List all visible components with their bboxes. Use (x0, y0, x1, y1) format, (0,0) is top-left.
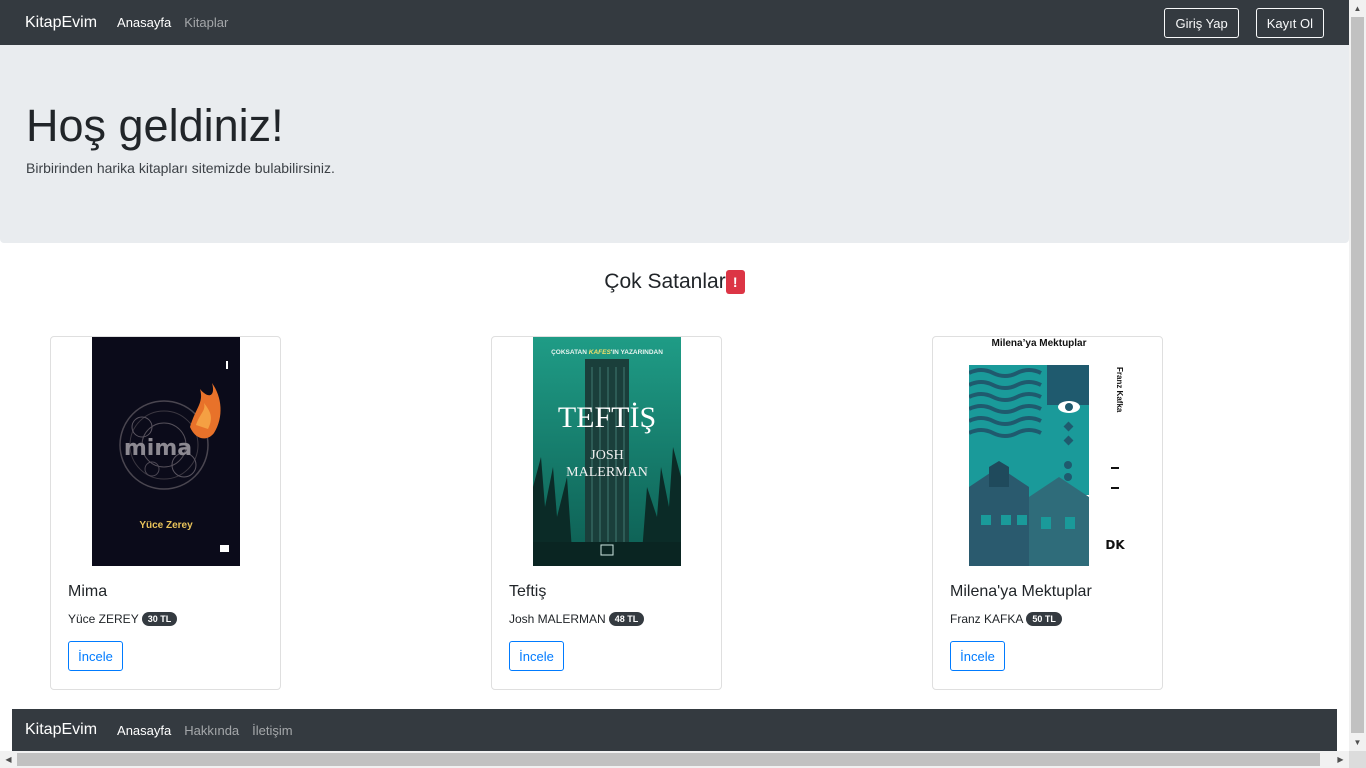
exclamation-badge: ! (725, 270, 745, 294)
bestsellers-title-text: Çok Satanlar (604, 270, 726, 293)
scroll-down-arrow-icon[interactable]: ▼ (1349, 734, 1366, 751)
book-cover-mima[interactable]: mima Yüce Zerey (92, 337, 240, 566)
price-badge: 48 TL (608, 612, 645, 626)
welcome-subtitle: Birbirinden harika kitapları sitemizde b… (26, 159, 335, 176)
svg-text:ÇOKSATAN KAFES'IN YAZARINDAN: ÇOKSATAN KAFES'IN YAZARINDAN (551, 349, 663, 356)
nav-link-home[interactable]: Anasayfa (117, 15, 171, 30)
vertical-scroll-thumb[interactable] (1351, 17, 1364, 733)
book-title: Mima (68, 583, 108, 600)
card-body: Mima Yüce ZEREY 30 TL İncele (68, 583, 268, 671)
browser-viewport: KitapEvim Anasayfa Kitaplar Giriş Yap Ka… (0, 0, 1349, 751)
book-author: Yüce ZEREY (68, 612, 139, 626)
teftis-cover-author-1: JOSH (590, 448, 623, 463)
milena-cover-title: Milena’ya Mektuplar (991, 338, 1086, 349)
login-button[interactable]: Giriş Yap (1164, 8, 1239, 38)
card-body: Teftiş Josh MALERMAN 48 TL İncele (509, 583, 709, 671)
mima-cover-art: mima Yüce Zerey (92, 337, 240, 566)
book-title: Milena'ya Mektuplar (950, 583, 1092, 600)
book-title: Teftiş (509, 583, 547, 600)
inspect-button[interactable]: İncele (950, 641, 1005, 671)
book-author-price: Josh MALERMAN 48 TL (509, 612, 709, 626)
scroll-up-arrow-icon[interactable]: ▲ (1349, 0, 1366, 17)
book-author: Josh MALERMAN (509, 612, 606, 626)
book-author: Franz KAFKA (950, 612, 1024, 626)
footer-brand[interactable]: KitapEvim (25, 721, 97, 739)
horizontal-scroll-thumb[interactable] (17, 753, 1320, 766)
inspect-button[interactable]: İncele (509, 641, 564, 671)
nav-link-books[interactable]: Kitaplar (184, 15, 228, 30)
book-author-price: Yüce ZEREY 30 TL (68, 612, 268, 626)
book-card-mima: mima Yüce Zerey Mima Yüce ZEREY 30 TL İn… (50, 336, 281, 690)
navbar-auth-buttons: Giriş Yap Kayıt Ol (1164, 8, 1324, 38)
horizontal-scrollbar[interactable]: ◀ ▶ (0, 751, 1349, 768)
welcome-jumbotron: Hoş geldiniz! Birbirinden harika kitapla… (0, 45, 1349, 243)
welcome-title: Hoş geldiniz! (26, 100, 284, 151)
vertical-scrollbar[interactable]: ▲ ▼ (1349, 0, 1366, 751)
register-button[interactable]: Kayıt Ol (1255, 8, 1324, 38)
footer-link-home[interactable]: Anasayfa (117, 723, 171, 738)
price-badge: 30 TL (141, 612, 178, 626)
top-navbar: KitapEvim Anasayfa Kitaplar Giriş Yap Ka… (0, 0, 1349, 45)
price-badge: 50 TL (1026, 612, 1062, 626)
inspect-button[interactable]: İncele (68, 641, 123, 671)
teftis-cover-title: TEFTİŞ (558, 401, 656, 434)
footer-navbar: KitapEvim Anasayfa Hakkında İletişim (12, 709, 1337, 751)
teftis-cover-art: ÇOKSATAN KAFES'IN YAZARINDAN TEFTİŞ JOSH… (533, 337, 681, 566)
mima-cover-title: mima (124, 436, 192, 461)
book-card-teftis: ÇOKSATAN KAFES'IN YAZARINDAN TEFTİŞ JOSH… (491, 336, 722, 690)
book-cover-milena[interactable]: Milena’ya Mektuplar Franz Kafka DK (969, 337, 1127, 566)
book-card-milena: Milena’ya Mektuplar Franz Kafka DK Milen… (932, 336, 1163, 690)
book-cover-teftis[interactable]: ÇOKSATAN KAFES'IN YAZARINDAN TEFTİŞ JOSH… (533, 337, 681, 566)
teftis-cover-author-2: MALERMAN (566, 465, 648, 480)
milena-cover-author: Franz Kafka (1115, 367, 1124, 413)
scroll-left-arrow-icon[interactable]: ◀ (0, 751, 17, 768)
book-author-price: Franz KAFKA 50 TL (950, 612, 1150, 626)
scrollbar-corner (1349, 751, 1366, 768)
scroll-right-arrow-icon[interactable]: ▶ (1332, 751, 1349, 768)
card-body: Milena'ya Mektuplar Franz KAFKA 50 TL İn… (950, 583, 1150, 671)
footer-link-contact[interactable]: İletişim (252, 723, 292, 738)
footer-link-about[interactable]: Hakkında (184, 723, 239, 738)
bestsellers-title: Çok Satanlar! (0, 270, 1349, 294)
milena-cover-publisher: DK (1105, 538, 1125, 552)
navbar-brand[interactable]: KitapEvim (25, 14, 97, 32)
milena-cover-art: Milena’ya Mektuplar Franz Kafka DK (969, 337, 1127, 566)
mima-cover-author: Yüce Zerey (139, 520, 193, 531)
